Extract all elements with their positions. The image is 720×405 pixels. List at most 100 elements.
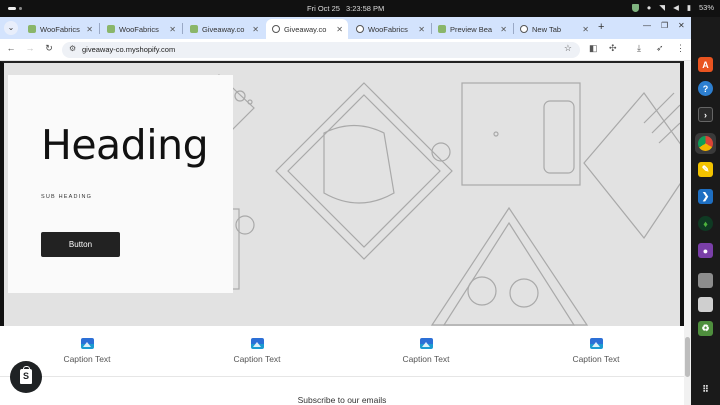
woo-icon (28, 25, 36, 33)
close-tab-icon[interactable]: ✕ (336, 25, 348, 34)
site-info-icon[interactable]: ⚙ (69, 44, 76, 53)
browser-window: ⌄ WooFabrics ✕ WooFabrics ✕ Giveaway.co … (0, 17, 691, 405)
tab-title: Preview Bea (450, 24, 493, 34)
image-icon (589, 338, 603, 349)
menu-kebab-icon[interactable]: ⋮ (676, 43, 685, 54)
system-tray[interactable]: ● ◥ ◀ ▮ 53% (631, 3, 714, 12)
forward-icon[interactable]: → (24, 43, 36, 53)
vscode-icon[interactable]: ❯ (698, 189, 713, 204)
tab-new-tab[interactable]: New Tab ✕ (514, 19, 594, 39)
address-bar[interactable]: ⚙ giveaway-co.myshopify.com ☆ (62, 42, 580, 58)
new-tab-button[interactable]: + (598, 21, 604, 33)
back-icon[interactable]: ← (5, 43, 17, 53)
caption-text: Caption Text (572, 354, 620, 364)
tab-separator (99, 23, 100, 34)
accessibility-icon[interactable]: ● (647, 3, 652, 12)
tab-title: Giveaway.co (202, 24, 245, 34)
woo-icon (190, 25, 198, 33)
woo-icon (107, 25, 115, 33)
volume-icon[interactable]: ◀ (673, 3, 679, 12)
clock-date: Fri Oct 25 (307, 4, 340, 13)
text-editor-icon[interactable]: ✎ (698, 162, 713, 177)
chrome-icon (520, 25, 528, 33)
tab-title: WooFabrics (368, 24, 408, 34)
globe-icon (356, 25, 364, 33)
caption-item: Caption Text (42, 338, 132, 364)
battery-percentage: 53% (698, 3, 714, 12)
close-tab-icon[interactable]: ✕ (252, 25, 264, 34)
file-icon[interactable] (698, 297, 713, 312)
show-apps-icon[interactable]: ⠿ (698, 382, 713, 397)
system-top-bar: Fri Oct 25 3:23:58 PM ● ◥ ◀ ▮ 53% (0, 0, 720, 17)
files-icon[interactable] (698, 273, 713, 288)
woo-icon (438, 25, 446, 33)
caption-text: Caption Text (63, 354, 111, 364)
caption-item: Caption Text (551, 338, 641, 364)
tab-title: WooFabrics (40, 24, 80, 34)
tab-title: WooFabrics (119, 24, 159, 34)
restore-icon[interactable]: ❐ (661, 21, 668, 30)
help-icon[interactable]: ? (698, 81, 713, 96)
caption-text: Caption Text (233, 354, 281, 364)
close-tab-icon[interactable]: ✕ (418, 25, 430, 34)
hero-banner: Heading SUB HEADING Button (0, 61, 684, 326)
caption-item: Caption Text (212, 338, 302, 364)
security-shield-icon[interactable] (631, 3, 639, 12)
close-tab-icon[interactable]: ✕ (500, 25, 512, 34)
tab-giveaway-1[interactable]: Giveaway.co ✕ (184, 19, 264, 39)
battery-icon[interactable]: ▮ (687, 3, 691, 12)
image-icon (250, 338, 264, 349)
chrome-icon[interactable] (695, 133, 716, 154)
download-icon[interactable]: ⤓ (637, 43, 641, 54)
translate-icon[interactable]: ◧ (589, 43, 598, 54)
trash-icon[interactable]: ♻ (698, 321, 713, 336)
close-window-icon[interactable]: ✕ (678, 21, 685, 30)
hero-text-card: Heading SUB HEADING Button (8, 75, 233, 293)
activities-button[interactable] (8, 7, 22, 10)
caption-row: Caption Text Caption Text Caption Text C… (0, 326, 684, 376)
url-text[interactable]: giveaway-co.myshopify.com (82, 45, 175, 54)
tab-preview[interactable]: Preview Bea ✕ (432, 19, 512, 39)
close-tab-icon[interactable]: ✕ (86, 25, 98, 34)
desktop-screen: Fri Oct 25 3:23:58 PM ● ◥ ◀ ▮ 53% ⌄ WooF… (0, 0, 720, 405)
mongodb-icon[interactable]: ♦ (698, 216, 713, 231)
tab-title: New Tab (532, 24, 562, 34)
globe-icon (272, 25, 280, 33)
minimize-icon[interactable]: — (643, 21, 651, 30)
tab-search-button[interactable]: ⌄ (4, 21, 18, 35)
page-scrollbar[interactable] (684, 61, 691, 405)
tab-woofabrics-2[interactable]: WooFabrics ✕ (101, 19, 181, 39)
tab-woofabrics-3[interactable]: WooFabrics ✕ (350, 19, 430, 39)
section-divider (0, 376, 684, 377)
reload-icon[interactable]: ↻ (43, 43, 55, 54)
hero-button[interactable]: Button (41, 232, 120, 257)
wifi-icon[interactable]: ◥ (659, 3, 665, 12)
extension-pin-icon[interactable]: ➶ (656, 43, 664, 54)
caption-item: Caption Text (381, 338, 471, 364)
clock-time: 3:23:58 PM (345, 4, 385, 13)
terminal-icon[interactable]: › (698, 107, 713, 122)
tab-woofabrics-1[interactable]: WooFabrics ✕ (22, 19, 98, 39)
tab-giveaway-active[interactable]: Giveaway.co ✕ (266, 19, 348, 39)
image-icon (80, 338, 94, 349)
close-tab-icon[interactable]: ✕ (169, 25, 181, 34)
shopify-bag-icon[interactable] (10, 361, 42, 393)
tab-title: Giveaway.co (284, 24, 327, 34)
app-dock: A ? › ✎ ❯ ♦ ● ♻ ⠿ (691, 17, 720, 405)
tab-separator (182, 23, 183, 34)
close-tab-icon[interactable]: ✕ (582, 25, 594, 34)
hero-subheading: SUB HEADING (41, 194, 93, 200)
browser-toolbar: ← → ↻ ⚙ giveaway-co.myshopify.com ☆ ◧ ✣ … (0, 39, 691, 61)
bookmark-star-icon[interactable]: ☆ (564, 43, 572, 54)
extensions-icon[interactable]: ✣ (609, 43, 617, 54)
github-desktop-icon[interactable]: ● (698, 243, 713, 258)
scrollbar-thumb[interactable] (685, 337, 690, 377)
web-page: Heading SUB HEADING Button Caption Text … (0, 61, 691, 405)
tab-strip: ⌄ WooFabrics ✕ WooFabrics ✕ Giveaway.co … (0, 17, 691, 39)
hero-heading: Heading (41, 121, 209, 169)
app-center-icon[interactable]: A (698, 57, 713, 72)
subscribe-heading: Subscribe to our emails (297, 395, 387, 405)
image-icon (419, 338, 433, 349)
caption-text: Caption Text (402, 354, 450, 364)
system-clock[interactable]: Fri Oct 25 3:23:58 PM (307, 4, 384, 13)
